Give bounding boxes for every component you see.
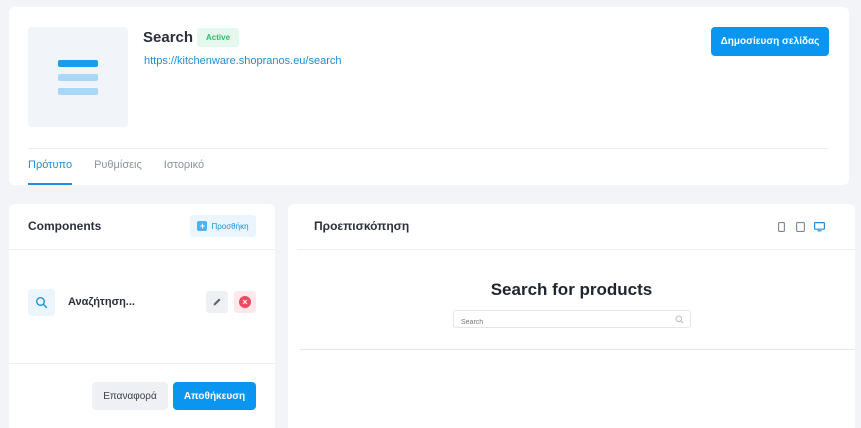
preview-panel: Προεπισκόπηση Search for products (288, 204, 855, 428)
component-label: Αναζήτηση... (68, 296, 135, 308)
thumbnail-line (58, 60, 98, 67)
plus-icon: + (197, 221, 208, 231)
page-title: Search (143, 29, 194, 46)
add-component-button[interactable]: + Προσθήκη (190, 215, 256, 237)
search-icon (28, 289, 55, 316)
publish-page-button[interactable]: Δημοσίευση σελίδας (711, 27, 829, 56)
divider (9, 249, 275, 250)
divider (28, 148, 829, 149)
add-component-label: Προσθήκη (211, 221, 249, 231)
components-title: Components (28, 219, 102, 233)
preview-search-input[interactable] (454, 314, 664, 331)
close-icon: × (239, 296, 251, 308)
save-button[interactable]: Αποθήκευση (173, 382, 256, 410)
component-item[interactable]: Αναζήτηση... × (28, 289, 256, 317)
reset-button[interactable]: Επαναφορά (92, 382, 168, 410)
tab-history[interactable]: Ιστορικό (164, 159, 204, 185)
pencil-icon (213, 298, 221, 306)
edit-component-button[interactable] (206, 291, 228, 313)
thumbnail-line (58, 88, 98, 95)
desktop-icon[interactable] (814, 221, 825, 232)
delete-component-button[interactable]: × (234, 291, 256, 313)
page-tabs: Πρότυπο Ρυθμίσεις Ιστορικό (28, 159, 226, 185)
page-header-card: Search Active https://kitchenware.shopra… (9, 7, 849, 185)
preview-heading: Search for products (490, 280, 653, 299)
device-switcher (776, 221, 825, 232)
mobile-icon[interactable] (776, 221, 787, 232)
preview-search-box[interactable] (453, 310, 691, 331)
status-badge: Active (197, 28, 240, 47)
divider (297, 249, 855, 250)
tablet-icon[interactable] (795, 221, 806, 232)
page-thumbnail (28, 27, 128, 127)
tab-template[interactable]: Πρότυπο (28, 159, 73, 185)
preview-title: Προεπισκόπηση (314, 219, 410, 233)
search-icon (675, 315, 684, 324)
divider (300, 349, 855, 350)
tab-settings[interactable]: Ρυθμίσεις (94, 159, 142, 185)
page-url-link[interactable]: https://kitchenware.shopranos.eu/search (144, 55, 342, 67)
divider (9, 363, 275, 364)
thumbnail-line (58, 74, 98, 81)
components-panel: Components + Προσθήκη Αναζήτηση... × Επα… (9, 204, 275, 428)
